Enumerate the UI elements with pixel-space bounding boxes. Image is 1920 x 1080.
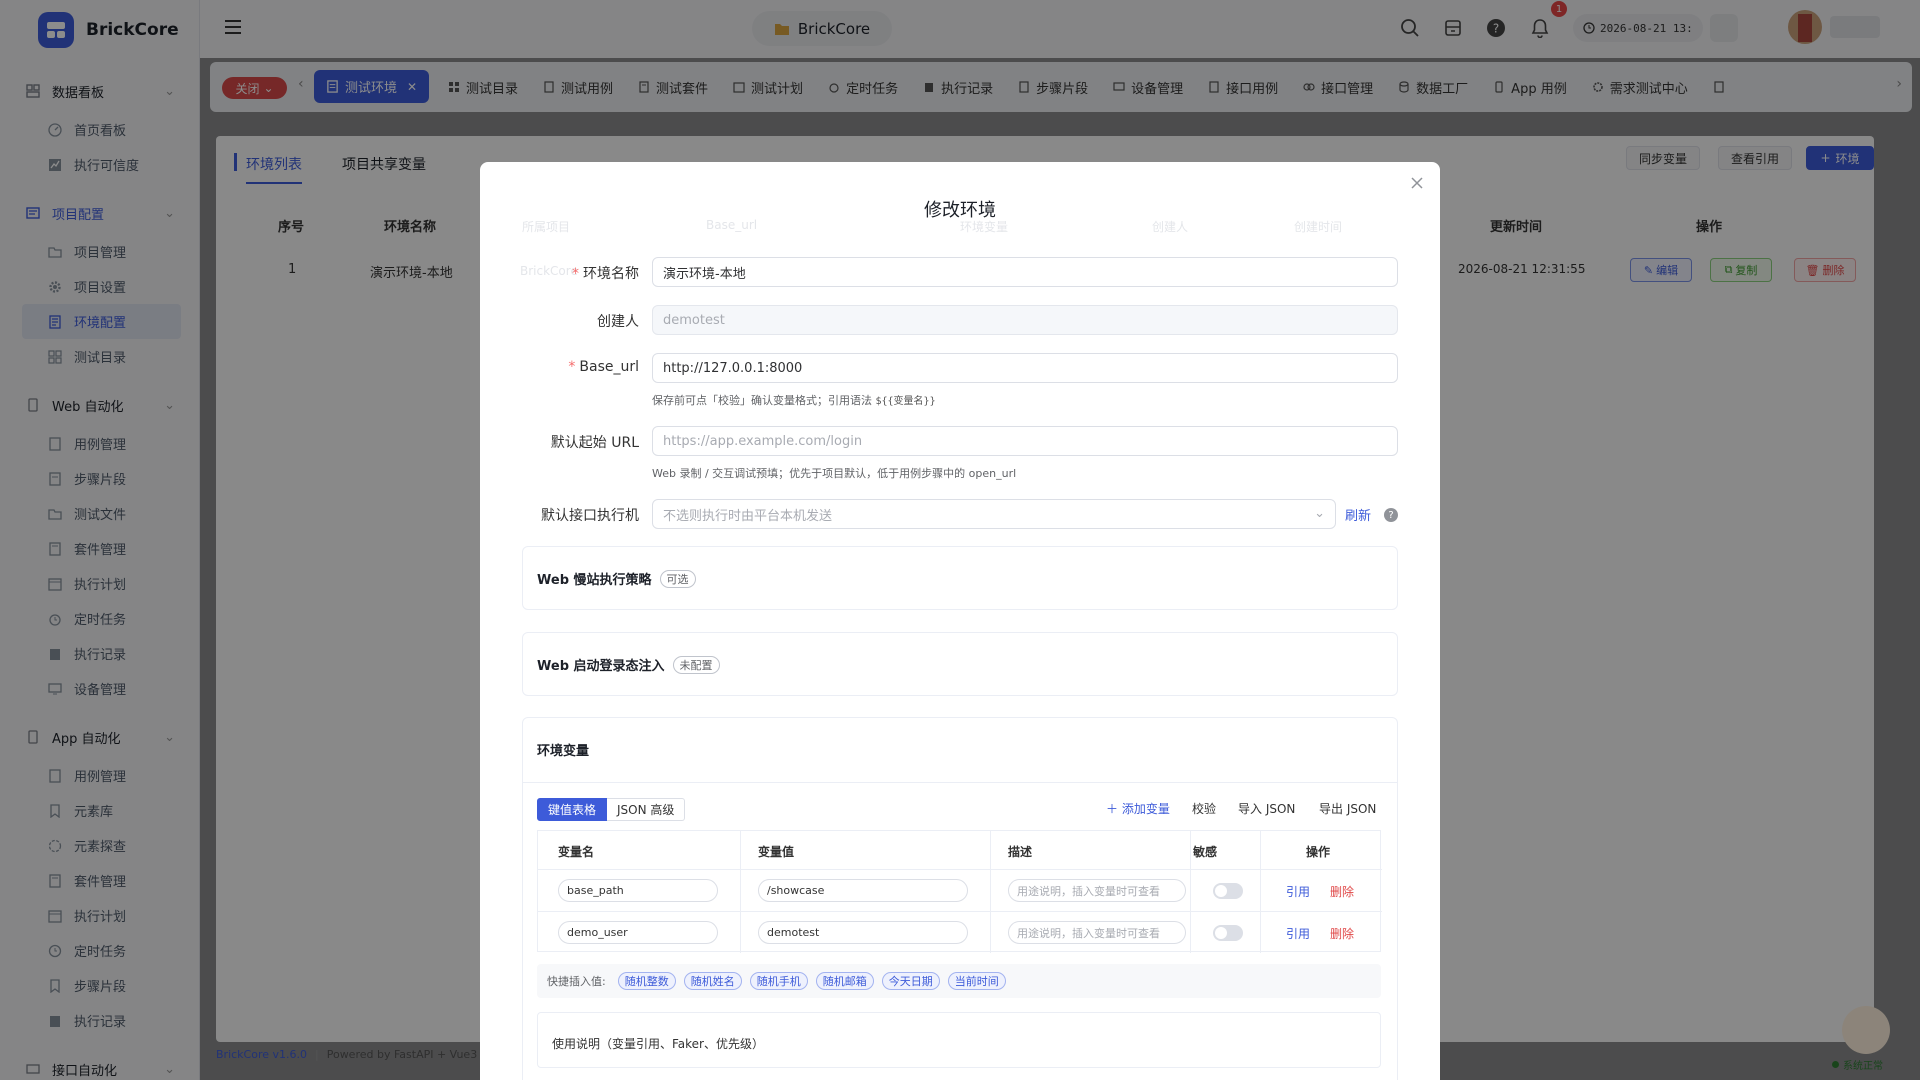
col-var-value: 变量值 [758, 845, 795, 859]
var-name-input[interactable]: base_path [558, 879, 718, 902]
optional-badge: 可选 [659, 569, 696, 588]
slow-site-title-text: Web 慢站执行策略 [537, 573, 652, 588]
required-mark: * [572, 266, 579, 282]
var-value-input[interactable]: /showcase [758, 879, 968, 902]
delete-var-button[interactable]: 删除 [1330, 925, 1354, 942]
start-url-hint: Web 录制 / 交互调试预填；优先于项目默认，低于用例步骤中的 open_ur… [652, 467, 1017, 480]
required-mark: * [568, 359, 576, 375]
tab-json-advanced[interactable]: JSON 高级 [607, 798, 686, 821]
ghost-header: 环境变量 [960, 220, 1009, 234]
ghost-header: 创建人 [1152, 220, 1189, 234]
refresh-executors-link[interactable]: 刷新 [1345, 505, 1371, 524]
add-variable-button[interactable]: ＋ 添加变量 [1106, 800, 1170, 817]
import-json-button[interactable]: 导入 JSON [1238, 800, 1295, 817]
row-divider [538, 869, 1382, 870]
ghost-header: 创建时间 [1294, 220, 1343, 234]
tab-kv-table[interactable]: 键值表格 [537, 798, 608, 821]
col-divider [1190, 831, 1191, 953]
export-json-button[interactable]: 导出 JSON [1319, 800, 1376, 817]
status-badge: 未配置 [672, 655, 720, 674]
login-inject-card[interactable]: Web 启动登录态注入 未配置 [522, 632, 1398, 696]
plus-icon: ＋ [1106, 802, 1119, 816]
var-desc-input[interactable]: 用途说明，插入变量时可查看 [1008, 921, 1186, 944]
login-inject-title: Web 启动登录态注入 未配置 [537, 655, 720, 674]
quick-chip-now[interactable]: 当前时间 [947, 972, 1006, 990]
start-url-input[interactable]: https://app.example.com/login [652, 426, 1398, 456]
creator-input: demotest [652, 305, 1398, 335]
var-name-input[interactable]: demo_user [558, 921, 718, 944]
quick-chip-random-email[interactable]: 随机邮箱 [815, 972, 874, 990]
base-url-hint-text: 保存前可点「校验」确认变量格式；引用语法 [652, 394, 872, 407]
help-icon[interactable]: ? [1384, 508, 1398, 522]
col-var-name: 变量名 [558, 845, 595, 859]
var-value-input[interactable]: demotest [758, 921, 968, 944]
quick-chip-random-name[interactable]: 随机姓名 [683, 972, 742, 990]
col-var-actions: 操作 [1306, 845, 1331, 859]
ghost-header: 所属项目 [522, 220, 571, 234]
ref-var-button[interactable]: 引用 [1286, 925, 1310, 942]
col-divider [990, 831, 991, 953]
slow-site-card[interactable]: Web 慢站执行策略 可选 [522, 546, 1398, 610]
creator-label-text: 创建人 [597, 314, 639, 330]
vars-table: 变量名 变量值 描述 敏感 操作 base_path /showcase 用途说… [537, 830, 1382, 953]
usage-collapse[interactable]: 使用说明（变量引用、Faker、优先级） [537, 1012, 1381, 1068]
add-variable-label: 添加变量 [1121, 802, 1170, 816]
col-divider [1260, 831, 1261, 953]
col-divider [740, 831, 741, 953]
env-vars-title: 环境变量 [537, 744, 590, 759]
base-url-hint: 保存前可点「校验」确认变量格式；引用语法 ${{变量名}} [652, 392, 936, 408]
login-inject-title-text: Web 启动登录态注入 [537, 659, 665, 674]
base-url-label-text: Base_url [579, 359, 639, 375]
edit-env-dialog: 修改环境 所属项目 Base_url 环境变量 创建人 创建时间 BrickCo… [480, 162, 1440, 1080]
quick-chip-today[interactable]: 今天日期 [881, 972, 940, 990]
chevron-down-icon: ⌄ [1314, 506, 1325, 521]
start-url-label-text: 默认起始 URL [550, 435, 639, 451]
sensitive-toggle[interactable] [1213, 883, 1243, 899]
slow-site-title: Web 慢站执行策略 可选 [537, 569, 696, 588]
quick-insert-label: 快捷插入值: [547, 975, 606, 988]
base-url-input[interactable]: http://127.0.0.1:8000 [652, 353, 1398, 383]
ghost-header: Base_url [706, 218, 758, 232]
quick-chip-random-phone[interactable]: 随机手机 [749, 972, 808, 990]
vars-view-tabs: 键值表格 JSON 高级 [537, 798, 686, 821]
sensitive-toggle[interactable] [1213, 925, 1243, 941]
env-name-input[interactable]: 演示环境-本地 [652, 257, 1398, 287]
env-name-label-text: 环境名称 [583, 266, 639, 282]
executor-placeholder: 不选则执行时由平台本机发送 [663, 508, 833, 524]
close-icon[interactable] [1410, 176, 1424, 190]
col-description: 描述 [1008, 845, 1033, 859]
base-url-hint-code: ${{变量名}} [875, 396, 936, 407]
quick-insert-bar: 快捷插入值: 随机整数 随机姓名 随机手机 随机邮箱 今天日期 当前时间 [537, 964, 1381, 998]
row-divider [538, 911, 1382, 912]
quick-chip-random-int[interactable]: 随机整数 [617, 972, 676, 990]
ref-var-button[interactable]: 引用 [1286, 883, 1310, 900]
executor-select[interactable]: 不选则执行时由平台本机发送 ⌄ [652, 499, 1336, 529]
executor-label-text: 默认接口执行机 [541, 508, 639, 524]
divider [523, 782, 1397, 783]
col-sensitive: 敏感 [1193, 845, 1218, 859]
var-desc-input[interactable]: 用途说明，插入变量时可查看 [1008, 879, 1186, 902]
delete-var-button[interactable]: 删除 [1330, 883, 1354, 900]
validate-button[interactable]: 校验 [1192, 800, 1216, 817]
